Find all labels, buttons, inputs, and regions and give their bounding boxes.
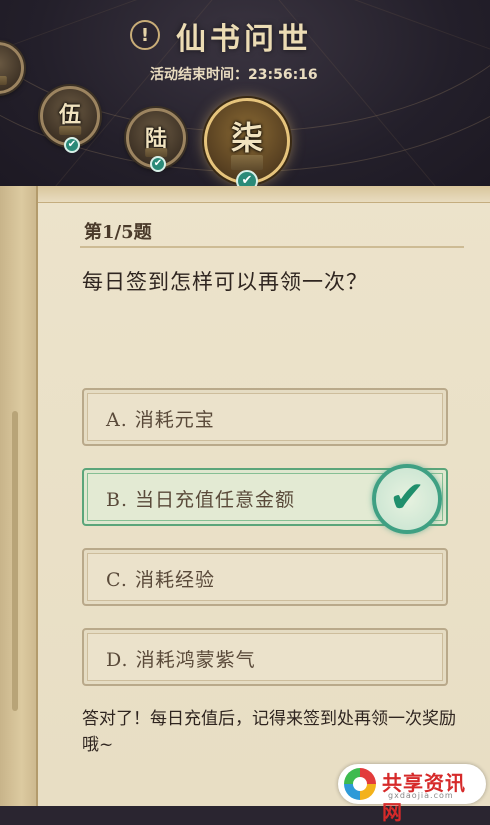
divider: [80, 246, 464, 248]
option-label: B. 当日充值任意金额: [106, 489, 296, 511]
book-icon: [0, 76, 8, 85]
header-area: ! 仙书问世 活动结束时间：23:56:16 伍 ✔ 陆 ✔ 柒 ✔: [0, 0, 490, 200]
option-d[interactable]: D. 消耗鸿蒙紫气: [82, 628, 448, 686]
timer-value: 23:56:16: [248, 67, 318, 83]
correct-check-icon: ✔: [372, 464, 442, 534]
event-timer: 活动结束时间：23:56:16: [150, 64, 318, 84]
page-title: 仙书问世: [176, 22, 312, 57]
answer-feedback: 答对了！每日充值后，记得来签到处再领一次奖励哦~: [82, 709, 456, 755]
option-label: C. 消耗经验: [106, 569, 215, 591]
option-a[interactable]: A. 消耗元宝: [82, 388, 448, 446]
book-icon: [231, 155, 263, 170]
chapter-label: 柒: [230, 119, 263, 157]
watermark: 共享资讯网 gxdaojia.com: [338, 764, 486, 824]
watermark-logo-icon: [344, 768, 376, 800]
check-icon: ✔: [150, 156, 166, 172]
option-c[interactable]: C. 消耗经验: [82, 548, 448, 606]
option-label: D. 消耗鸿蒙紫气: [106, 649, 256, 671]
watermark-url: gxdaojia.com: [388, 791, 454, 800]
chapter-label: 伍: [58, 102, 81, 128]
panel-top-frame: [36, 186, 490, 203]
panel-left-border: [0, 186, 38, 806]
option-label: A. 消耗元宝: [106, 409, 215, 431]
check-icon: ✔: [64, 137, 80, 153]
timer-label: 活动结束时间：: [150, 67, 248, 83]
check-icon: ✔: [388, 472, 426, 523]
question-text: 每日签到怎样可以再领一次？: [82, 270, 368, 294]
scrollbar[interactable]: [12, 411, 18, 711]
question-number: 第1/5题: [84, 222, 152, 243]
book-icon: [59, 125, 81, 136]
info-icon[interactable]: !: [130, 20, 160, 50]
